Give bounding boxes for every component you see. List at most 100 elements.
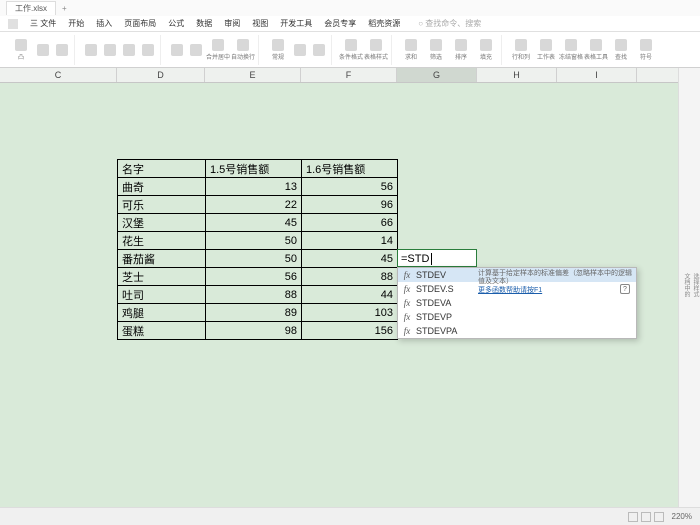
fill-button[interactable]: 填充 (475, 37, 497, 63)
autocomplete-help-link[interactable]: 更多函数帮助请按F1 (478, 287, 632, 295)
menu-dev[interactable]: 开发工具 (280, 18, 312, 29)
ribbon-clipboard: 凸 (6, 35, 75, 65)
function-icon: fx (402, 270, 412, 280)
cell-val1[interactable]: 98 (206, 322, 302, 340)
col-header-G[interactable]: G (397, 68, 477, 82)
spreadsheet[interactable]: CDEFGHI 名字 1.5号销售额 1.6号销售额 曲奇1356可乐2296汉… (0, 68, 678, 507)
cell-val2[interactable]: 14 (302, 232, 398, 250)
sort-button[interactable]: 排序 (450, 37, 472, 63)
zoom-value[interactable]: 220% (672, 512, 692, 521)
menu-resource[interactable]: 稻壳资源 (368, 18, 400, 29)
paste-button[interactable]: 凸 (10, 37, 32, 63)
cell-val1[interactable]: 22 (206, 196, 302, 214)
cell-val2[interactable]: 56 (302, 178, 398, 196)
col-header-H[interactable]: H (477, 68, 557, 82)
cell-val2[interactable]: 96 (302, 196, 398, 214)
cell-name[interactable]: 可乐 (118, 196, 206, 214)
cell-name[interactable]: 芝士 (118, 268, 206, 286)
formula-text: =STD (401, 253, 429, 265)
cell-val2[interactable]: 88 (302, 268, 398, 286)
function-name: STDEV (416, 270, 446, 280)
bold-button[interactable] (102, 37, 118, 63)
cell-name[interactable]: 蛋糕 (118, 322, 206, 340)
grid[interactable]: 名字 1.5号销售额 1.6号销售额 曲奇1356可乐2296汉堡4566花生5… (0, 83, 678, 507)
cell-name[interactable]: 汉堡 (118, 214, 206, 232)
function-name: STDEVA (416, 298, 451, 308)
cell-name[interactable]: 番茄酱 (118, 250, 206, 268)
menu-insert[interactable]: 插入 (96, 18, 112, 29)
wrap-button[interactable] (188, 37, 204, 63)
numberfmt-button[interactable]: 常规 (267, 37, 289, 63)
help-icon[interactable]: ? (620, 284, 630, 294)
cell-val1[interactable]: 88 (206, 286, 302, 304)
ribbon-number: 常规 (263, 35, 332, 65)
cell-val1[interactable]: 13 (206, 178, 302, 196)
merge-button[interactable]: 合并居中 (207, 37, 229, 63)
fontcolor-button[interactable] (140, 37, 156, 63)
menu-layout[interactable]: 页面布局 (124, 18, 156, 29)
cut-button[interactable] (35, 37, 51, 63)
cell-val2[interactable]: 66 (302, 214, 398, 232)
align-button[interactable] (169, 37, 185, 63)
rowcol-button[interactable]: 行和列 (510, 37, 532, 63)
workbook-tab[interactable]: 工作.xlsx (6, 1, 56, 15)
autocomplete-description: 计算基于给定样本的标准偏差（忽略样本中的逻辑值及文本） 更多函数帮助请按F1 (478, 270, 632, 295)
tools-button[interactable]: 表格工具 (585, 37, 607, 63)
sum-button[interactable]: 求和 (400, 37, 422, 63)
cell-val1[interactable]: 56 (206, 268, 302, 286)
cell-val1[interactable]: 89 (206, 304, 302, 322)
copy-button[interactable] (54, 37, 70, 63)
function-icon: fx (402, 298, 412, 308)
autowrap-button[interactable]: 自动换行 (232, 37, 254, 63)
font-button[interactable] (83, 37, 99, 63)
function-name: STDEV.S (416, 284, 454, 294)
cell-name[interactable]: 曲奇 (118, 178, 206, 196)
percent-button[interactable] (311, 37, 327, 63)
menu-review[interactable]: 审阅 (224, 18, 240, 29)
cell-val2[interactable]: 44 (302, 286, 398, 304)
filter-button[interactable]: 筛选 (425, 37, 447, 63)
side-doc-label: 文档中的 (682, 72, 691, 497)
symbol-button[interactable]: 符号 (635, 37, 657, 63)
cell-val2[interactable]: 45 (302, 250, 398, 268)
freeze-button[interactable]: 冻结窗格 (560, 37, 582, 63)
new-tab-button[interactable]: + (62, 4, 67, 13)
menu-formula[interactable]: 公式 (168, 18, 184, 29)
active-cell[interactable]: =STD (397, 249, 477, 267)
cell-val1[interactable]: 50 (206, 250, 302, 268)
cell-val1[interactable]: 45 (206, 214, 302, 232)
menu-view[interactable]: 视图 (252, 18, 268, 29)
border-button[interactable] (121, 37, 137, 63)
condfmt-button[interactable]: 条件格式 (340, 37, 362, 63)
col-header-D[interactable]: D (117, 68, 205, 82)
col-name: 名字 (118, 160, 206, 178)
menu-member[interactable]: 会员专享 (324, 18, 356, 29)
cell-name[interactable]: 吐司 (118, 286, 206, 304)
menu-file[interactable]: 三 文件 (30, 18, 56, 29)
sheet-button[interactable]: 工作表 (535, 37, 557, 63)
command-search[interactable]: ○ 查找命令、搜索 (418, 18, 481, 29)
ribbon-style: 条件格式 表格样式 (336, 35, 392, 65)
table-row: 曲奇1356 (118, 178, 398, 196)
menu-data[interactable]: 数据 (196, 18, 212, 29)
currency-button[interactable] (292, 37, 308, 63)
col-header-C[interactable]: C (0, 68, 117, 82)
cell-name[interactable]: 花生 (118, 232, 206, 250)
col-header-F[interactable]: F (301, 68, 397, 82)
cell-val2[interactable]: 103 (302, 304, 398, 322)
autocomplete-item[interactable]: fx STDEVA (398, 296, 636, 310)
cell-val2[interactable]: 156 (302, 322, 398, 340)
find-button[interactable]: 查找 (610, 37, 632, 63)
autocomplete-popup: fx STDEV fx STDEV.S fx STDEVA fxSTDEVPfxSTDEVP… (397, 267, 637, 339)
function-icon: fx (402, 312, 412, 322)
cell-name[interactable]: 鸡腿 (118, 304, 206, 322)
col-header-E[interactable]: E (205, 68, 301, 82)
col-header-I[interactable]: I (557, 68, 637, 82)
menu-start[interactable]: 开始 (68, 18, 84, 29)
cell-val1[interactable]: 50 (206, 232, 302, 250)
tablestyle-button[interactable]: 表格样式 (365, 37, 387, 63)
autocomplete-item[interactable]: fxSTDEVPA (398, 324, 636, 338)
autocomplete-item[interactable]: fxSTDEVP (398, 310, 636, 324)
column-headers: CDEFGHI (0, 68, 678, 83)
view-buttons[interactable] (628, 512, 664, 522)
